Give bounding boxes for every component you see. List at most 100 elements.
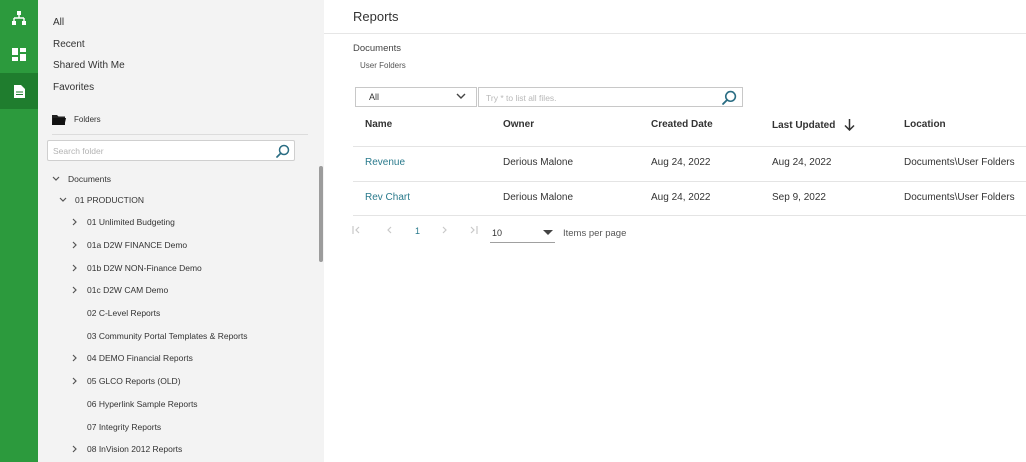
report-owner: Derious Malone <box>503 192 574 203</box>
folder-tree-label: 02 C-Level Reports <box>87 308 161 318</box>
dashboard-icon <box>12 47 26 61</box>
chevron-right-icon[interactable] <box>70 354 80 362</box>
filter-shared-with-me[interactable]: Shared With Me <box>53 60 125 71</box>
breadcrumb-documents[interactable]: Documents <box>353 43 401 54</box>
folder-tree-item[interactable]: 01b D2W NON-Finance Demo <box>70 261 202 275</box>
column-header-label: Name <box>365 119 393 130</box>
type-filter-select[interactable]: All <box>355 87 477 107</box>
page-size-value: 10 <box>492 228 503 238</box>
column-header-label: Last Updated <box>772 119 836 131</box>
document-icon <box>13 84 25 98</box>
chevron-down-icon[interactable] <box>58 197 68 203</box>
file-search-box <box>478 87 743 107</box>
column-header-name[interactable]: Name <box>365 119 392 130</box>
folder-tree-item[interactable]: 02 C-Level Reports <box>70 306 160 320</box>
folder-tree-item[interactable]: 01a D2W FINANCE Demo <box>70 238 187 252</box>
folder-tree-item[interactable]: 05 GLCO Reports (OLD) <box>70 374 181 388</box>
first-page-button[interactable] <box>352 226 361 234</box>
folders-header: Folders <box>52 114 101 125</box>
rail-dashboard-button[interactable] <box>0 36 38 72</box>
folder-tree-label: 03 Community Portal Templates & Reports <box>87 331 248 341</box>
folder-tree-label: 08 InVision 2012 Reports <box>87 444 183 454</box>
folder-tree-item[interactable]: 06 Hyperlink Sample Reports <box>70 397 198 411</box>
hierarchy-icon <box>12 11 26 25</box>
current-page[interactable]: 1 <box>415 226 420 236</box>
caret-down-icon <box>543 230 553 235</box>
folder-tree-label: 04 DEMO Financial Reports <box>87 353 193 363</box>
column-header-location[interactable]: Location <box>904 119 946 130</box>
page-size-label: Items per page <box>563 228 627 239</box>
folder-tree-item[interactable]: 01c D2W CAM Demo <box>70 283 168 297</box>
folders-label: Folders <box>74 115 101 124</box>
last-page-icon <box>470 226 478 234</box>
table-divider <box>353 181 1026 182</box>
app-icon-rail <box>0 0 38 462</box>
report-last-updated: Sep 9, 2022 <box>772 192 826 203</box>
folder-icon <box>52 115 66 125</box>
filter-favorites[interactable]: Favorites <box>53 82 94 93</box>
folder-tree-item[interactable]: 03 Community Portal Templates & Reports <box>70 329 247 343</box>
folder-tree-item[interactable]: 01 PRODUCTION <box>58 193 144 207</box>
search-icon <box>722 90 737 105</box>
report-location: Documents\User Folders <box>904 192 1015 203</box>
folder-tree-item[interactable]: Documents <box>51 172 111 186</box>
chevron-left-icon <box>387 226 392 234</box>
page-title: Reports <box>353 9 399 24</box>
sidebar-divider <box>52 134 308 135</box>
search-icon <box>276 144 290 158</box>
table-divider <box>353 215 1026 216</box>
chevron-right-icon[interactable] <box>70 445 80 453</box>
chevron-right-icon[interactable] <box>70 218 80 226</box>
folder-tree-label: Documents <box>68 174 111 184</box>
report-created-date: Aug 24, 2022 <box>651 157 711 168</box>
folder-tree-item[interactable]: 08 InVision 2012 Reports <box>70 442 182 456</box>
folder-tree-label: 01 Unlimited Budgeting <box>87 217 175 227</box>
prev-page-button[interactable] <box>386 226 392 234</box>
folder-tree-label: 05 GLCO Reports (OLD) <box>87 376 181 386</box>
chevron-right-icon <box>442 226 447 234</box>
report-name-link[interactable]: Rev Chart <box>365 192 410 203</box>
folder-tree-item[interactable]: 07 Integrity Reports <box>70 420 161 434</box>
report-name-link[interactable]: Revenue <box>365 157 405 168</box>
folder-sidebar: All Recent Shared With Me Favorites Fold… <box>38 0 324 462</box>
chevron-down-icon[interactable] <box>51 176 61 182</box>
folder-tree-label: 06 Hyperlink Sample Reports <box>87 399 198 409</box>
file-search-button[interactable] <box>722 90 737 108</box>
rail-hierarchy-button[interactable] <box>0 0 38 36</box>
report-owner: Derious Malone <box>503 157 574 168</box>
column-header-label: Created Date <box>651 119 713 130</box>
folder-tree-label: 01b D2W NON-Finance Demo <box>87 263 202 273</box>
report-created-date: Aug 24, 2022 <box>651 192 711 203</box>
column-header-label: Owner <box>503 119 535 130</box>
report-last-updated: Aug 24, 2022 <box>772 157 832 168</box>
breadcrumb-user-folders[interactable]: User Folders <box>360 61 406 70</box>
file-search-input[interactable] <box>486 91 711 104</box>
last-page-button[interactable] <box>469 226 478 234</box>
report-location: Documents\User Folders <box>904 157 1015 168</box>
chevron-right-icon[interactable] <box>70 377 80 385</box>
chevron-right-icon[interactable] <box>70 286 80 294</box>
rail-documents-button[interactable] <box>0 73 38 109</box>
table-divider <box>353 146 1026 147</box>
sidebar-scrollbar[interactable] <box>319 166 323 262</box>
type-filter-value: All <box>369 92 380 102</box>
folder-tree-label: 07 Integrity Reports <box>87 422 162 432</box>
column-header-label: Location <box>904 119 946 130</box>
chevron-right-icon[interactable] <box>70 264 80 272</box>
title-divider <box>324 33 1026 34</box>
column-header-created-date[interactable]: Created Date <box>651 119 713 130</box>
folder-tree-label: 01 PRODUCTION <box>75 195 144 205</box>
folder-search-box <box>47 140 295 161</box>
filter-recent[interactable]: Recent <box>53 39 85 50</box>
column-header-owner[interactable]: Owner <box>503 119 534 130</box>
page-size-select[interactable]: 10 <box>490 225 555 243</box>
column-header-last-updated[interactable]: Last Updated <box>772 119 855 131</box>
chevron-right-icon[interactable] <box>70 241 80 249</box>
reports-main: Reports Documents User Folders All Name … <box>324 0 1026 462</box>
folder-search-input[interactable] <box>53 144 263 158</box>
folder-search-button[interactable] <box>276 144 290 161</box>
next-page-button[interactable] <box>442 226 448 234</box>
folder-tree-item[interactable]: 04 DEMO Financial Reports <box>70 351 193 365</box>
filter-all[interactable]: All <box>53 17 64 28</box>
folder-tree-item[interactable]: 01 Unlimited Budgeting <box>70 215 175 229</box>
